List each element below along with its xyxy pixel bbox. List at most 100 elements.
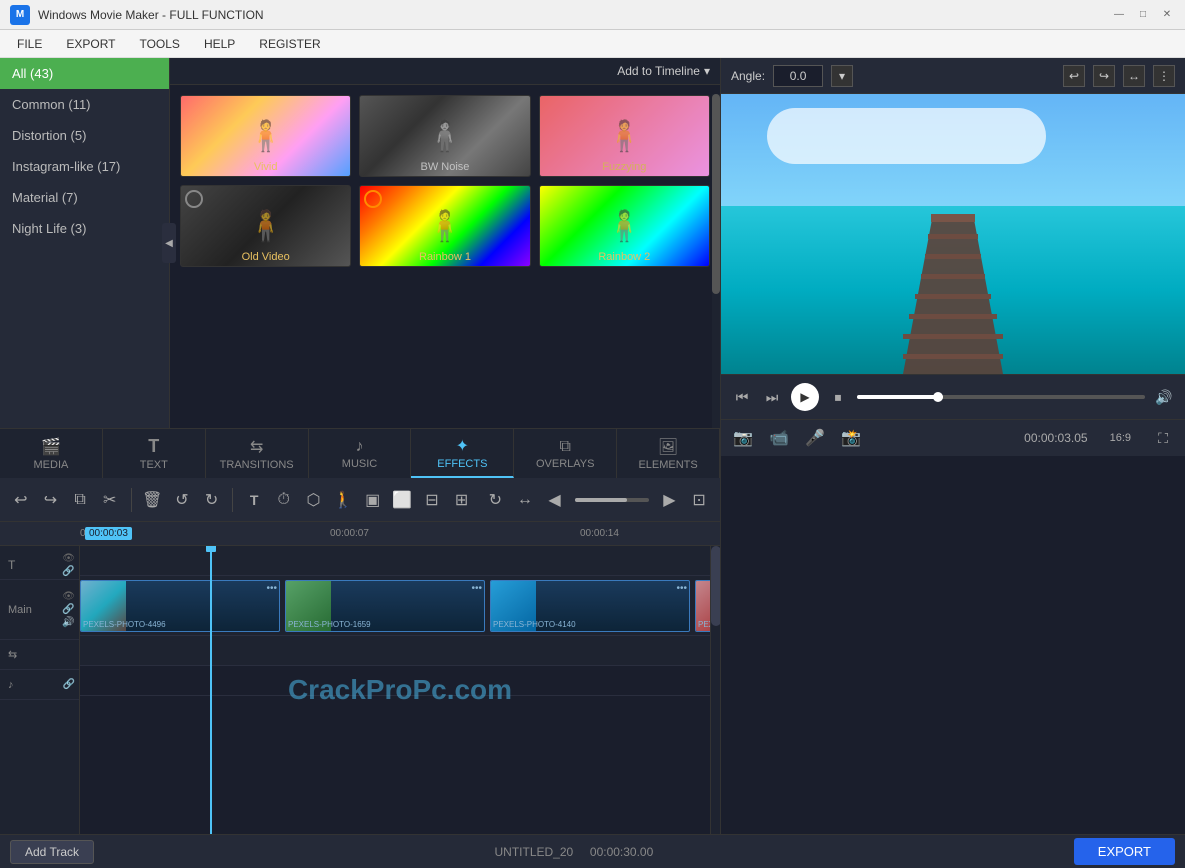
skip-start-btn[interactable]: ⏮	[731, 386, 753, 408]
transition-icon: ⇆	[8, 648, 17, 661]
adjust-button[interactable]: ⧉	[67, 486, 93, 514]
toolbar-zoom-out[interactable]: ◀	[542, 486, 568, 514]
sidebar-item-instagram[interactable]: Instagram-like (17)	[0, 151, 169, 182]
menu-export[interactable]: EXPORT	[54, 33, 127, 55]
grid-button[interactable]: ⊞	[449, 486, 475, 514]
mic-btn[interactable]: 🎤	[803, 426, 827, 450]
menu-help[interactable]: HELP	[192, 33, 247, 55]
crop-button[interactable]: ⬜	[390, 486, 416, 514]
ruler-7: 00:00:07	[330, 528, 369, 539]
frame-button[interactable]: ⊟	[419, 486, 445, 514]
person-button[interactable]: 🚶	[330, 486, 356, 514]
cut-button[interactable]: ✂	[97, 486, 123, 514]
loop-button[interactable]: ↻	[199, 486, 225, 514]
scrollbar-thumb[interactable]	[712, 94, 720, 294]
effects-scrollbar[interactable]	[712, 94, 720, 428]
tab-effects[interactable]: ✦ EFFECTS	[411, 429, 514, 478]
effect-rainbow2[interactable]: 🧍 Rainbow 2	[539, 185, 710, 267]
toolbar-fit[interactable]: ⊡	[686, 486, 712, 514]
toolbar-loop-right[interactable]: ↻	[482, 486, 508, 514]
timer-button[interactable]: ⏱	[271, 486, 297, 514]
tool-buttons: 📷 📹 🎤 📸 00:00:03.05 16:9 ⛶	[721, 419, 1185, 456]
music-link-icon[interactable]: 🔗	[63, 679, 75, 690]
tab-overlays[interactable]: ⧉ OVERLAYS	[514, 429, 617, 478]
sidebar-item-all[interactable]: All (43)	[0, 58, 169, 89]
expand-btn[interactable]: ⛶	[1151, 426, 1175, 450]
redo-btn-preview[interactable]: ↪	[1093, 65, 1115, 87]
link-icon-text[interactable]: 🔗	[62, 566, 75, 577]
more-btn[interactable]: ⋮	[1153, 65, 1175, 87]
eye-icon-text[interactable]: 👁	[62, 553, 75, 564]
effect-label-rainbow1: Rainbow 1	[360, 251, 529, 263]
menu-file[interactable]: FILE	[5, 33, 54, 55]
undo-button[interactable]: ↩	[8, 486, 34, 514]
timeline-tracks: CrackProPc.com ••• PEXELS-PHOTO-4496	[80, 546, 720, 834]
preview-clouds	[767, 108, 1045, 164]
camera-btn[interactable]: 📷	[731, 426, 755, 450]
angle-down-btn[interactable]: ▾	[831, 65, 853, 87]
music-track-controls: 🔗	[63, 679, 75, 690]
timeline-vscrollbar[interactable]	[710, 546, 720, 834]
audio-icon-main[interactable]: 🔊	[62, 617, 75, 628]
effect-vivid[interactable]: 🧍 Vivid	[180, 95, 351, 177]
toolbar-sep-2	[232, 488, 233, 512]
flip-btn[interactable]: ↔	[1123, 65, 1145, 87]
right-panel: Angle: ▾ ↩ ↪ ↔ ⋮	[720, 58, 1185, 834]
toolbar-arrow-expand[interactable]: ↔	[512, 486, 538, 514]
play-button[interactable]: ▶	[791, 383, 819, 411]
add-track-button[interactable]: Add Track	[10, 840, 94, 864]
link-icon-main[interactable]: 🔗	[62, 604, 75, 615]
toolbar-zoom-in[interactable]: ▶	[657, 486, 683, 514]
snapshot-btn[interactable]: 📸	[839, 426, 863, 450]
video-btn[interactable]: 📹	[767, 426, 791, 450]
eye-icon-main[interactable]: 👁	[62, 591, 75, 602]
export-button[interactable]: EXPORT	[1074, 838, 1175, 865]
effect-rainbow1[interactable]: 🧍 Rainbow 1	[359, 185, 530, 267]
left-section: All (43) Common (11) Distortion (5) Inst…	[0, 58, 720, 834]
shape-button[interactable]: ▣	[360, 486, 386, 514]
rotate-button[interactable]: ↺	[169, 486, 195, 514]
sidebar-item-material[interactable]: Material (7)	[0, 182, 169, 213]
prev-frame-btn[interactable]: ⏭	[761, 386, 783, 408]
bottom-bar: Add Track UNTITLED_20 00:00:30.00 EXPORT	[0, 834, 1185, 868]
effect-oldvideo[interactable]: 🧍 Old Video	[180, 185, 351, 267]
main-layout: All (43) Common (11) Distortion (5) Inst…	[0, 58, 1185, 834]
undo-btn-preview[interactable]: ↩	[1063, 65, 1085, 87]
volume-btn[interactable]: 🔊	[1153, 386, 1175, 408]
tab-music[interactable]: ♪ MUSIC	[309, 429, 412, 478]
menu-tools[interactable]: TOOLS	[127, 33, 191, 55]
tab-elements[interactable]: 🖼 ELEMENTS	[617, 429, 720, 478]
clip-menu-3[interactable]: •••	[676, 583, 687, 594]
redo-button[interactable]: ↪	[38, 486, 64, 514]
playhead[interactable]	[210, 546, 212, 834]
effect-bwnoise[interactable]: 🧍 BW Noise	[359, 95, 530, 177]
tab-transitions[interactable]: ⇆ TRANSITIONS	[206, 429, 309, 478]
close-button[interactable]: ✕	[1159, 7, 1175, 23]
stop-btn[interactable]: ⏹	[827, 386, 849, 408]
clip-2[interactable]: ••• PEXELS-PHOTO-1659	[285, 580, 485, 632]
menu-register[interactable]: REGISTER	[247, 33, 332, 55]
music-track-icon: ♪	[8, 679, 14, 691]
tab-text[interactable]: T TEXT	[103, 429, 206, 478]
sidebar-item-nightlife[interactable]: Night Life (3)	[0, 213, 169, 244]
sidebar-item-common[interactable]: Common (11)	[0, 89, 169, 120]
keyframe-button[interactable]: ⬡	[301, 486, 327, 514]
clip-1[interactable]: ••• PEXELS-PHOTO-4496	[80, 580, 280, 632]
minimize-button[interactable]: —	[1111, 7, 1127, 23]
progress-bar[interactable]	[857, 395, 1145, 399]
sidebar-collapse-arrow[interactable]: ◀	[162, 223, 176, 263]
clip-menu-1[interactable]: •••	[266, 583, 277, 594]
maximize-button[interactable]: □	[1135, 7, 1151, 23]
zoom-slider[interactable]	[575, 498, 648, 502]
text-button[interactable]: T	[241, 486, 267, 514]
delete-button[interactable]: 🗑	[139, 486, 165, 514]
timeline-vscroll-thumb[interactable]	[711, 546, 720, 626]
clip-menu-2[interactable]: •••	[471, 583, 482, 594]
overlays-icon: ⧉	[560, 438, 571, 456]
clip-3[interactable]: ••• PEXELS-PHOTO-4140	[490, 580, 690, 632]
sidebar-item-distortion[interactable]: Distortion (5)	[0, 120, 169, 151]
tab-media[interactable]: 🎬 MEDIA	[0, 429, 103, 478]
angle-input[interactable]	[773, 65, 823, 87]
effect-fuzzying[interactable]: 🧍 Fuzzying	[539, 95, 710, 177]
add-to-timeline-button[interactable]: Add to Timeline ▾	[617, 64, 710, 78]
